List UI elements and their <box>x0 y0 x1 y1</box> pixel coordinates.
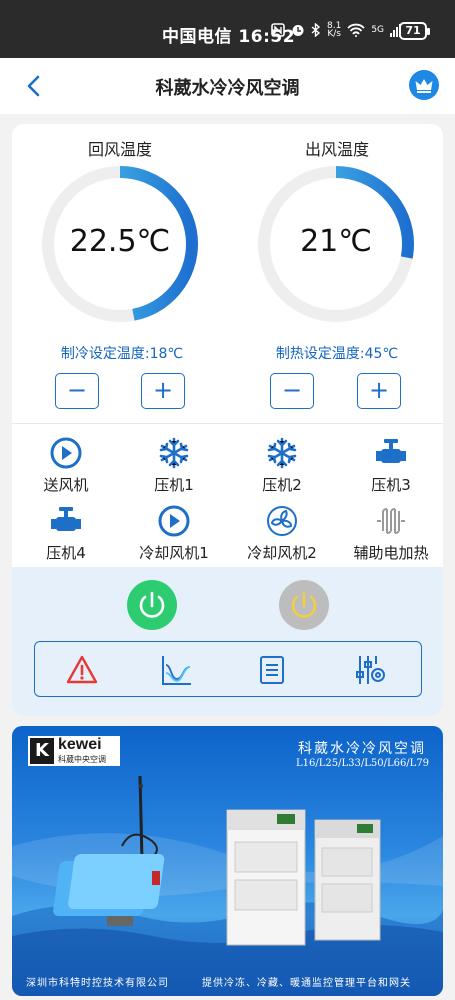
cooling-minus-button[interactable]: − <box>55 373 99 409</box>
device-cooling-fan-1[interactable]: 冷却风机1 <box>122 504 226 563</box>
device-compressor-4[interactable]: 压机4 <box>14 504 118 563</box>
valve-icon <box>376 439 406 463</box>
device-label: 压机4 <box>46 544 86 562</box>
power-icon <box>139 591 165 618</box>
signal-type: 5G <box>371 25 385 35</box>
device-label: 送风机 <box>43 476 89 494</box>
bluetooth-icon <box>311 23 321 37</box>
heater-icon <box>377 508 405 534</box>
net-speed-unit: K/s <box>327 29 341 39</box>
heating-plus-button[interactable]: + <box>357 373 401 409</box>
gateway-device-image <box>53 776 165 926</box>
power-on-button[interactable] <box>127 580 177 630</box>
fan-icon <box>267 506 297 536</box>
device-compressor-1[interactable]: 压机1 <box>122 436 226 495</box>
play-circle-icon <box>158 505 190 537</box>
status-bar: 中国电信 16:52 8.1 K/s 5G 71 <box>0 0 455 58</box>
net-speed: 8.1 K/s <box>327 22 341 39</box>
list-document-icon[interactable] <box>255 653 289 687</box>
return-air-value: 22.5℃ <box>69 224 171 259</box>
device-compressor-3[interactable]: 压机3 <box>339 436 443 495</box>
brand-subtitle: 科葳中央空调 <box>58 755 106 764</box>
alarm-clock-icon <box>292 25 304 36</box>
battery-indicator: 71 <box>399 22 430 40</box>
banner-title: 科葳水冷冷风空调 <box>298 741 426 757</box>
section-divider <box>12 423 443 424</box>
alarm-warning-icon[interactable] <box>65 653 99 687</box>
supply-air-value: 21℃ <box>300 224 372 259</box>
device-label: 压机2 <box>262 476 302 494</box>
return-air-label: 回风温度 <box>87 140 152 159</box>
crown-icon <box>415 79 433 93</box>
device-cooling-fan-2[interactable]: 冷却风机2 <box>230 504 334 563</box>
function-toolbar <box>34 641 422 697</box>
banner-models: L16/L25/L33/L50/L66/L79 <box>296 758 430 769</box>
device-label: 冷却风机1 <box>139 544 209 562</box>
device-label: 冷却风机2 <box>247 544 317 562</box>
main-control-card: 回风温度 22.5℃ 出风温度 21℃ 制冷设定温度:18℃ 制热设定温度:45… <box>12 124 443 716</box>
valve-icon <box>51 507 81 531</box>
service-description: 提供冷冻、冷藏、暖通监控管理平台和网关 <box>202 978 411 989</box>
power-off-button[interactable] <box>279 580 329 630</box>
device-label: 压机3 <box>371 476 411 494</box>
play-circle-icon <box>50 437 82 469</box>
heating-setpoint: 制热设定温度:45℃ <box>275 346 399 362</box>
nfc-icon <box>271 23 285 37</box>
wifi-icon <box>347 23 365 37</box>
device-label: 压机1 <box>154 476 194 494</box>
trend-chart-icon[interactable] <box>160 653 194 687</box>
supply-air-label: 出风温度 <box>304 140 369 159</box>
cooling-setpoint: 制冷设定温度:18℃ <box>60 346 184 362</box>
device-supply-fan[interactable]: 送风机 <box>14 436 118 495</box>
app-header: 科葳水冷冷风空调 <box>0 58 455 114</box>
brand-k-mark: K <box>30 738 54 764</box>
brand-name: kewei <box>58 736 102 753</box>
snowflake-icon <box>267 437 297 469</box>
power-icon <box>291 591 317 618</box>
ac-unit-image <box>226 809 381 946</box>
device-label: 辅助电加热 <box>353 544 429 562</box>
device-compressor-2[interactable]: 压机2 <box>230 436 334 495</box>
device-aux-heater[interactable]: 辅助电加热 <box>339 504 443 563</box>
brand-logo: K kewei 科葳中央空调 <box>28 736 120 766</box>
cooling-plus-button[interactable]: + <box>141 373 185 409</box>
vip-button[interactable] <box>409 70 439 100</box>
heating-minus-button[interactable]: − <box>270 373 314 409</box>
snowflake-icon <box>159 437 189 469</box>
control-panel <box>12 567 443 716</box>
page-title: 科葳水冷冷风空调 <box>155 78 300 99</box>
settings-sliders-icon[interactable] <box>353 653 387 687</box>
company-name: 深圳市科特时控技术有限公司 <box>26 978 169 989</box>
promo-banner[interactable]: K kewei 科葳中央空调 科葳水冷冷风空调 L16/L25/L33/L50/… <box>12 726 443 996</box>
status-icons: 8.1 K/s 5G <box>271 22 402 39</box>
